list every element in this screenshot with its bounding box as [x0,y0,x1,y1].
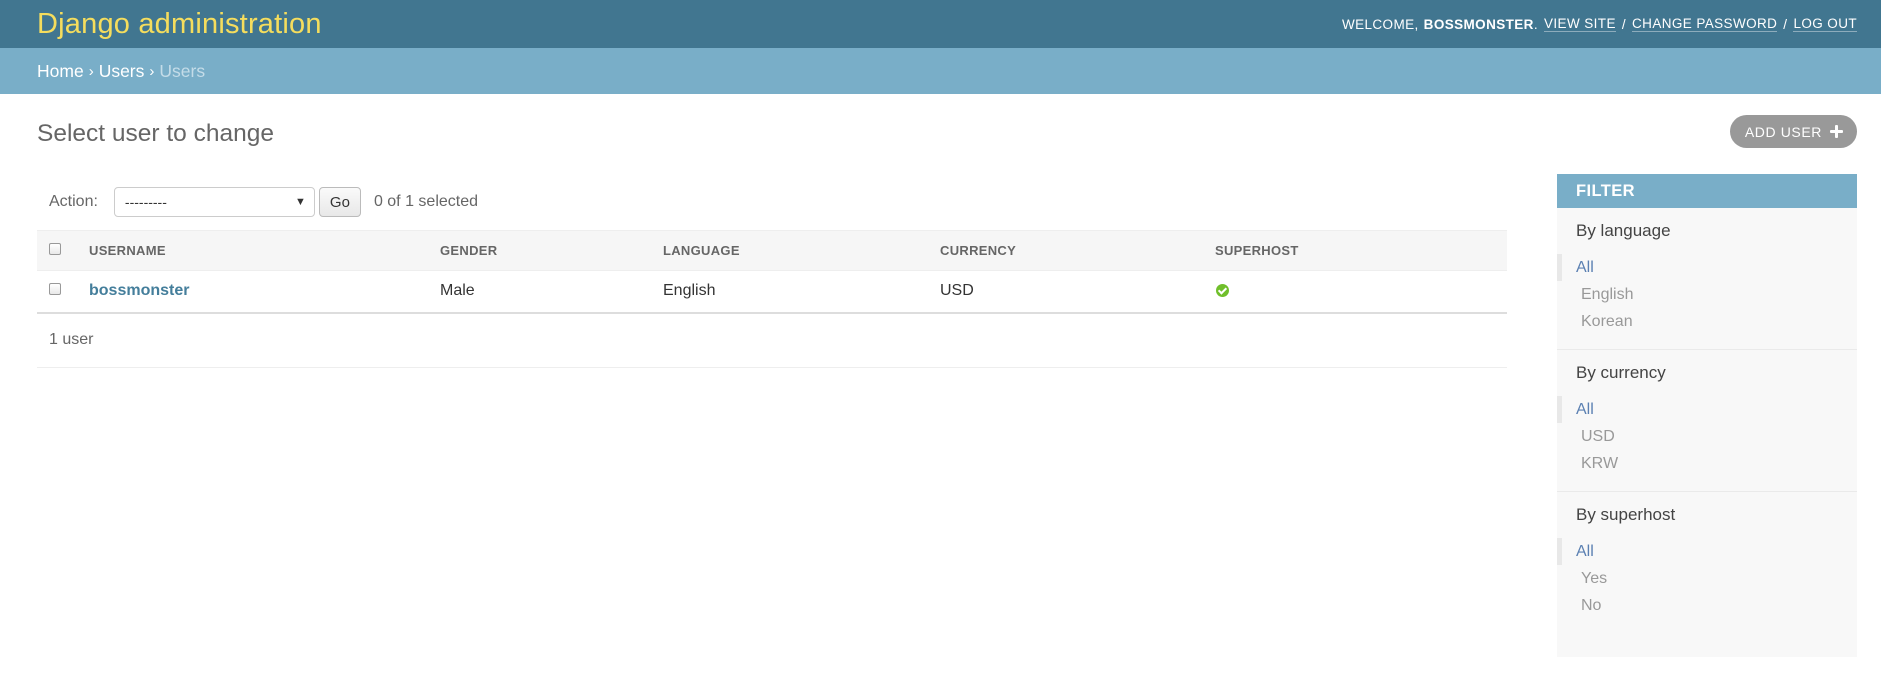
table-header-row: USERNAME GENDER LANGUAGE CURRENCY SUPERH… [37,230,1507,271]
action-select[interactable]: --------- ▼ [113,187,315,217]
column-header-gender[interactable]: GENDER [440,230,663,271]
selection-count: 0 of 1 selected [373,193,479,210]
breadcrumb-separator: › [88,62,94,80]
cell-username: bossmonster [89,270,440,314]
filter-option-superhost-all[interactable]: All [1557,538,1857,565]
filter-heading: By language [1576,221,1671,240]
plus-icon [1830,125,1843,138]
separator: / [1783,16,1788,32]
paginator: 1 user [37,314,1507,368]
actions-bar: Action: --------- ▼ Go 0 of 1 selected [37,174,1507,230]
filter-option-language-all[interactable]: All [1557,254,1857,281]
add-user-label: ADD USER [1744,123,1822,140]
go-button[interactable]: Go [318,187,361,217]
filter-option-language-english[interactable]: English [1557,281,1857,308]
filter-title: FILTER [1557,174,1857,208]
filter-option-currency-all[interactable]: All [1557,396,1857,423]
changelist: Action: --------- ▼ Go 0 of 1 selected U… [37,174,1507,368]
breadcrumb: Home › Users › Users [0,48,1881,94]
select-all-header [37,230,89,271]
change-password-link[interactable]: CHANGE PASSWORD [1632,16,1778,32]
page-title: Select user to change [37,120,274,147]
select-all-checkbox[interactable] [49,243,61,255]
result-count: 1 user [49,331,94,348]
view-site-link[interactable]: VIEW SITE [1544,16,1616,32]
add-user-button[interactable]: ADD USER [1729,115,1857,148]
separator: / [1621,16,1627,32]
username-suffix: . [1533,16,1538,32]
filter-group-currency: By currency All USD KRW [1557,350,1857,492]
action-select-value: --------- [124,194,167,210]
action-label: Action: [49,193,98,210]
table-row: bossmonster Male English USD [37,270,1507,314]
cell-language: English [663,270,940,314]
user-link[interactable]: bossmonster [89,282,189,299]
site-header: Django administration WELCOME, BOSSMONST… [0,0,1881,48]
dropdown-arrow-icon: ▼ [295,196,306,208]
filter-option-currency-krw[interactable]: KRW [1557,450,1857,477]
filter-heading: By currency [1576,363,1666,382]
filter-sidebar: FILTER By language All English Korean By… [1557,174,1857,657]
log-out-link[interactable]: LOG OUT [1793,16,1857,32]
column-header-currency[interactable]: CURRENCY [940,230,1215,271]
row-select-checkbox[interactable] [49,283,61,296]
breadcrumb-home[interactable]: Home [37,61,84,82]
filter-option-currency-usd[interactable]: USD [1557,423,1857,450]
row-select-cell [37,270,89,314]
filter-group-language: By language All English Korean [1557,208,1857,350]
filter-option-superhost-no[interactable]: No [1557,592,1857,619]
filter-option-language-korean[interactable]: Korean [1557,308,1857,335]
user-tools: WELCOME, BOSSMONSTER . VIEW SITE / CHANG… [1342,16,1857,32]
check-circle-icon [1216,284,1229,298]
breadcrumb-users-app[interactable]: Users [99,61,145,82]
welcome-text: WELCOME, [1341,16,1419,32]
cell-superhost [1215,270,1507,314]
cell-currency: USD [940,270,1215,314]
site-branding[interactable]: Django administration [37,8,322,41]
column-header-username[interactable]: USERNAME [89,230,440,271]
breadcrumb-separator: › [149,62,155,80]
breadcrumb-current: Users [159,60,206,81]
cell-gender: Male [440,270,663,314]
filter-heading: By superhost [1576,505,1676,524]
filter-group-superhost: By superhost All Yes No [1557,492,1857,633]
filter-option-superhost-yes[interactable]: Yes [1557,565,1857,592]
column-header-superhost[interactable]: SUPERHOST [1215,230,1507,271]
column-header-language[interactable]: LANGUAGE [663,230,940,271]
current-username: BOSSMONSTER [1423,16,1534,32]
result-table: USERNAME GENDER LANGUAGE CURRENCY SUPERH… [37,230,1507,314]
